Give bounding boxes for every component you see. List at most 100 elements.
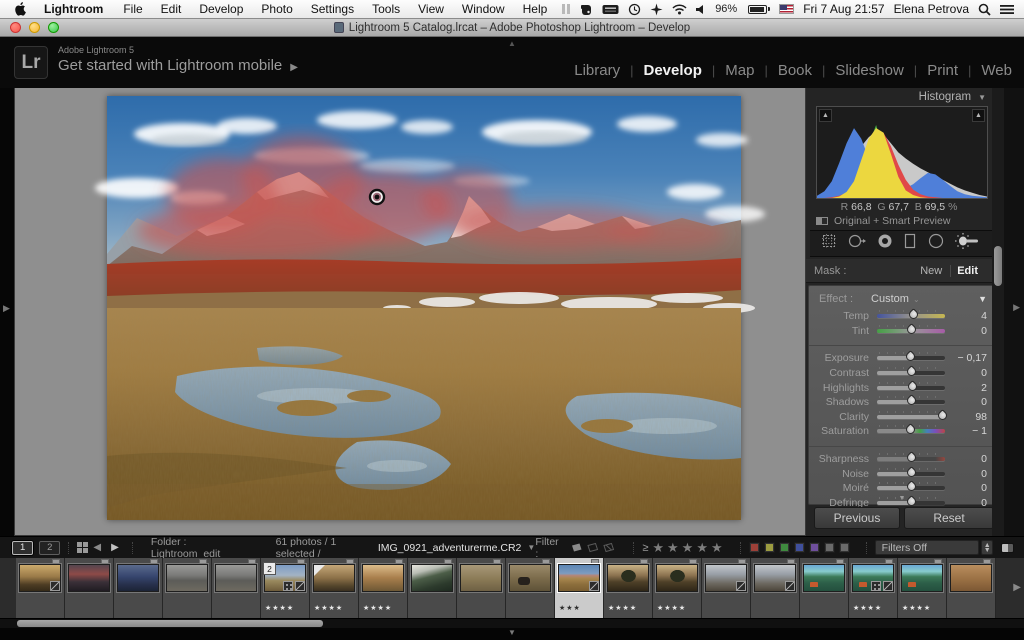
photo-canvas[interactable] [107, 96, 741, 520]
wifi-icon[interactable] [672, 4, 687, 15]
thumbnail-image-tree-sunset[interactable] [656, 564, 698, 592]
search-icon[interactable] [978, 3, 991, 16]
filmstrip-scrollbar-thumb[interactable] [17, 620, 323, 627]
slider-temp[interactable] [877, 311, 945, 321]
volume-icon[interactable] [696, 4, 706, 15]
main-window-button[interactable]: 1 [12, 541, 33, 555]
filename-dropdown-arrow[interactable]: ▼ [527, 543, 535, 552]
filmstrip-thumbnail-13[interactable]: ★★★★ [604, 558, 653, 618]
menubar-clock[interactable]: Fri 7 Aug 21:57 [803, 2, 884, 16]
columns-icon[interactable] [561, 3, 571, 15]
go-forward-arrow[interactable]: ▶ [111, 542, 119, 553]
thumbnail-image-road[interactable] [215, 564, 257, 592]
color-label-filter-5[interactable] [824, 542, 835, 553]
thumbnail-image-misty-valley[interactable] [754, 564, 796, 592]
thumbnail-image-road[interactable] [166, 564, 208, 592]
module-tab-print[interactable]: Print [927, 62, 958, 79]
clock-icon[interactable] [628, 3, 641, 16]
mask-edit-button[interactable]: Edit [951, 265, 984, 277]
filmstrip-thumbnail-18[interactable]: ★★★★ [849, 558, 898, 618]
thumbnail-image-misty-valley[interactable] [705, 564, 747, 592]
thumbnail-image-coast[interactable] [313, 564, 355, 592]
second-window-button[interactable]: 2 [39, 541, 60, 555]
color-label-filter-2[interactable] [779, 542, 790, 553]
filmstrip-thumbnail-16[interactable] [751, 558, 800, 618]
slider-moiré[interactable] [877, 483, 945, 493]
color-label-filter-6[interactable] [839, 542, 850, 553]
menubar-item-window[interactable]: Window [453, 2, 514, 16]
shadow-clipping-toggle[interactable]: ▲ [819, 109, 832, 122]
right-panel-collapse-arrow[interactable]: ▶ [1013, 302, 1020, 313]
menubar-item-photo[interactable]: Photo [252, 2, 301, 16]
thumbnail-image-sunset-mountain[interactable] [19, 564, 61, 592]
menubar-item-settings[interactable]: Settings [302, 2, 363, 16]
filters-enable-switch[interactable] [1001, 543, 1014, 553]
go-back-arrow[interactable]: ◀ [93, 542, 101, 553]
filmstrip-thumbnail-20[interactable] [947, 558, 996, 618]
filmstrip-thumbnail-2[interactable] [65, 558, 114, 618]
histogram-chart[interactable]: ▲ ▲ [816, 106, 988, 199]
rating-star-filter[interactable]: ★★★★★ [652, 540, 725, 556]
menubar-user[interactable]: Elena Petrova [894, 2, 969, 16]
red-eye-icon[interactable] [877, 233, 893, 254]
slider-tint[interactable] [877, 326, 945, 336]
thumbnail-image-red-clouds[interactable] [68, 564, 110, 592]
thumbnail-image-city-dusk[interactable] [117, 564, 159, 592]
module-tab-web[interactable]: Web [981, 62, 1012, 79]
reset-button[interactable]: Reset [904, 507, 994, 529]
slider-track[interactable] [877, 415, 945, 419]
menubar-item-view[interactable]: View [409, 2, 453, 16]
selected-filename[interactable]: IMG_0921_adventurerme.CR2 [378, 542, 522, 554]
thumbnail-image-lake-camp[interactable] [803, 564, 845, 592]
thumbnail-image-fjord[interactable] [411, 564, 453, 592]
smart-preview-status[interactable]: Original + Smart Preview [816, 215, 992, 227]
filmstrip-thumbnail-4[interactable] [163, 558, 212, 618]
spot-removal-icon[interactable] [848, 233, 866, 254]
thumbnail-image-plain[interactable] [460, 564, 502, 592]
filmstrip-thumbnail-1[interactable] [16, 558, 65, 618]
filters-preset-dropdown[interactable]: Filters Off [875, 540, 979, 555]
left-panel-reveal-arrow[interactable]: ▶ [3, 303, 10, 314]
slider-exposure[interactable] [877, 353, 945, 363]
filmstrip-thumbnail-19[interactable]: ★★★★ [898, 558, 947, 618]
menubar-item-file[interactable]: File [114, 2, 151, 16]
filmstrip-thumbnail-11[interactable] [506, 558, 555, 618]
top-panel-collapse-arrow[interactable]: ▲ [508, 39, 516, 48]
keyboard-icon[interactable] [602, 4, 619, 15]
bottom-panel-collapse-arrow[interactable]: ▼ [0, 628, 1024, 638]
right-panel-scrollbar-thumb[interactable] [994, 246, 1002, 286]
dropdown-stepper-icon[interactable]: ▲▼ [981, 540, 994, 555]
thumbnail-image-lake-camp[interactable] [901, 564, 943, 592]
filmstrip-thumbnail-8[interactable]: ★★★★ [359, 558, 408, 618]
module-tab-develop[interactable]: Develop [644, 62, 702, 79]
thumbnail-image-cow-field[interactable] [509, 564, 551, 592]
window-titlebar[interactable]: Lightroom 5 Catalog.lrcat – Adobe Photos… [0, 19, 1024, 37]
histogram-panel-header[interactable]: Histogram ▼ [806, 88, 992, 106]
color-label-filter-4[interactable] [809, 542, 820, 553]
thumbnail-image-tree-sunset[interactable] [607, 564, 649, 592]
slider-saturation[interactable] [877, 426, 945, 436]
filmstrip-thumbnail-3[interactable] [114, 558, 163, 618]
pick-flag-icon[interactable] [571, 543, 583, 553]
thumbnail-image-dune[interactable] [950, 564, 992, 592]
adjustment-brush-icon[interactable] [955, 233, 981, 254]
slider-sharpness[interactable] [877, 454, 945, 464]
slider-shadows[interactable] [877, 397, 945, 407]
highlight-clipping-toggle[interactable]: ▲ [972, 109, 985, 122]
module-tab-map[interactable]: Map [725, 62, 754, 79]
crop-icon[interactable] [821, 233, 837, 254]
module-tab-book[interactable]: Book [778, 62, 812, 79]
filmstrip-scroll-right-arrow[interactable]: ▶ [1013, 582, 1021, 593]
previous-button[interactable]: Previous [814, 507, 900, 529]
module-tab-library[interactable]: Library [574, 62, 620, 79]
filmstrip-thumbnail-9[interactable] [408, 558, 457, 618]
filmstrip-thumbnail-17[interactable] [800, 558, 849, 618]
evernote-icon[interactable] [580, 3, 593, 16]
menubar-item-edit[interactable]: Edit [152, 2, 191, 16]
effect-preset-select[interactable]: Custom [871, 293, 909, 305]
color-label-filter-1[interactable] [764, 542, 775, 553]
slider-noise[interactable] [877, 469, 945, 479]
lightroom-mobile-promo[interactable]: Get started with Lightroom mobile▶ [58, 57, 298, 74]
slider-highlights[interactable] [877, 383, 945, 393]
filmstrip-thumbnail-15[interactable] [702, 558, 751, 618]
